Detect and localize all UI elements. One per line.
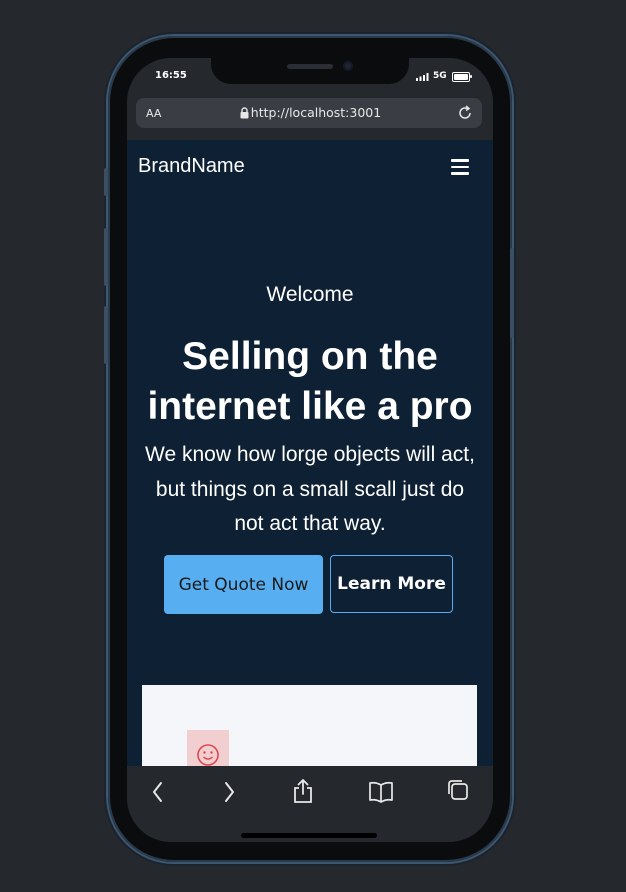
menu-icon[interactable] <box>451 159 469 175</box>
address-bar[interactable]: AA http://localhost:3001 <box>136 98 482 128</box>
url-text[interactable]: http://localhost:3001 <box>136 105 482 120</box>
address-bar-area: AA http://localhost:3001 <box>127 98 493 140</box>
reload-icon[interactable] <box>456 104 474 122</box>
notch <box>211 58 409 84</box>
speaker <box>287 64 333 69</box>
smiley-icon <box>197 744 219 766</box>
get-quote-button[interactable]: Get Quote Now <box>164 555 323 614</box>
status-time: 16:55 <box>155 70 187 81</box>
share-icon[interactable] <box>292 778 314 804</box>
silent-switch <box>104 168 108 196</box>
back-icon[interactable] <box>149 780 167 804</box>
screen: 16:55 5G AA http://localhost:3001 BrandN… <box>127 58 493 842</box>
learn-more-button[interactable]: Learn More <box>330 555 453 613</box>
hero-description: We know how lorge objects will act, but … <box>145 443 475 535</box>
camera <box>343 61 353 71</box>
status-bar: 16:55 5G <box>127 58 493 98</box>
web-page: BrandName Welcome Selling on the interne… <box>127 140 493 785</box>
tabs-icon[interactable] <box>446 778 470 802</box>
volume-down-button <box>104 306 108 364</box>
signal-icon <box>416 73 429 81</box>
home-indicator[interactable] <box>241 833 377 838</box>
hero-headline: Selling on the internet like a pro <box>147 335 473 428</box>
welcome-text: Welcome <box>266 283 354 306</box>
power-button <box>510 248 514 338</box>
bookmarks-icon[interactable] <box>368 780 394 804</box>
feature-icon-tile <box>187 730 229 770</box>
network-label: 5G <box>433 71 447 81</box>
brand-link[interactable]: BrandName <box>138 155 245 178</box>
forward-icon[interactable] <box>220 780 238 804</box>
browser-toolbar <box>127 766 493 842</box>
volume-up-button <box>104 228 108 286</box>
battery-icon <box>452 72 470 82</box>
url-label: http://localhost:3001 <box>250 105 382 120</box>
battery-tip <box>470 75 472 78</box>
